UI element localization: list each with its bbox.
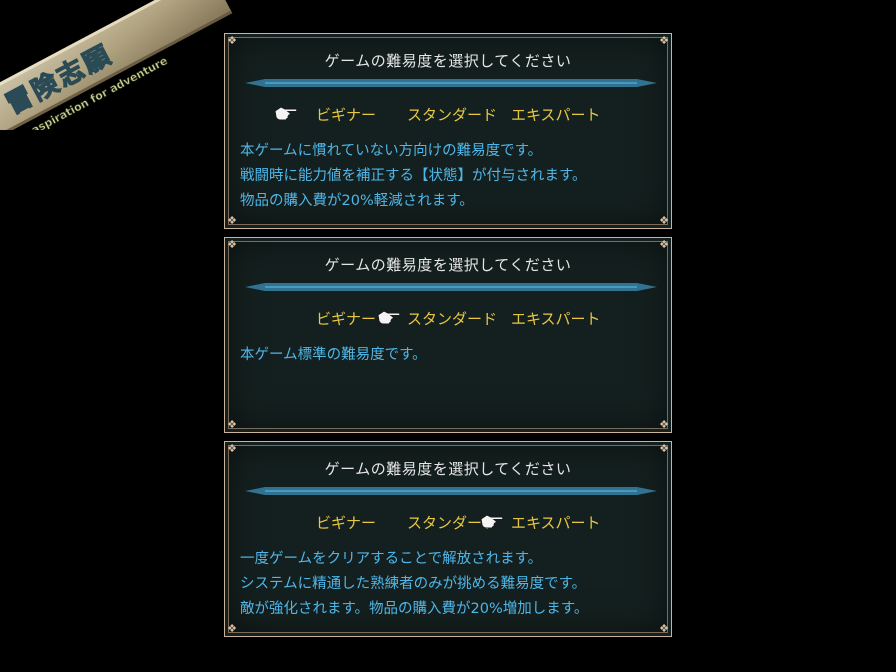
difficulty-description: 本ゲームに慣れていない方向けの難易度です。 戦闘時に能力値を補正する【状態】が付… xyxy=(240,139,661,214)
description-line: 本ゲームに慣れていない方向けの難易度です。 xyxy=(240,143,543,159)
ornament-corner-icon: ❖ xyxy=(227,442,237,455)
ornament-corner-icon: ❖ xyxy=(659,238,669,251)
difficulty-panel-beginner: ❖ ❖ ❖ ❖ ゲームの難易度を選択してください ビギナー スタンダード エキス… xyxy=(224,33,672,229)
option-expert[interactable]: エキスパート xyxy=(511,512,601,533)
option-expert[interactable]: エキスパート xyxy=(511,308,601,329)
description-line: 物品の購入費が20%軽減されます。 xyxy=(240,193,474,209)
difficulty-panel-expert: ❖ ❖ ❖ ❖ ゲームの難易度を選択してください ビギナー スタンダード エキス… xyxy=(224,441,672,637)
description-line: システムに精通した熟練者のみが挑める難易度です。 xyxy=(240,576,587,592)
game-screen: 冒険志願 aspiration for adventure ❖ ❖ ❖ ❖ ゲー… xyxy=(0,0,896,672)
difficulty-options: ビギナー スタンダード エキスパート xyxy=(225,512,671,534)
pointing-hand-icon xyxy=(377,310,401,325)
panel-title: ゲームの難易度を選択してください xyxy=(324,460,572,478)
option-standard[interactable]: スタンダード xyxy=(407,104,497,125)
description-line: 戦闘時に能力値を補正する【状態】が付与されます。 xyxy=(240,168,587,184)
ornament-corner-icon: ❖ xyxy=(227,34,237,47)
ornament-corner-icon: ❖ xyxy=(659,622,669,635)
difficulty-description: 本ゲーム標準の難易度です。 xyxy=(240,343,661,368)
title-divider xyxy=(245,283,657,291)
pointing-hand-icon xyxy=(274,106,298,121)
difficulty-options: ビギナー スタンダード エキスパート xyxy=(225,104,671,126)
ornament-corner-icon: ❖ xyxy=(227,238,237,251)
option-standard[interactable]: スタンダード xyxy=(407,308,497,329)
ornament-corner-icon: ❖ xyxy=(659,214,669,227)
option-beginner[interactable]: ビギナー xyxy=(316,104,376,125)
option-expert[interactable]: エキスパート xyxy=(511,104,601,125)
ornament-corner-icon: ❖ xyxy=(227,418,237,431)
ornament-corner-icon: ❖ xyxy=(227,214,237,227)
option-beginner[interactable]: ビギナー xyxy=(316,512,376,533)
description-line: 本ゲーム標準の難易度です。 xyxy=(240,347,427,363)
panel-title: ゲームの難易度を選択してください xyxy=(324,52,572,70)
difficulty-description: 一度ゲームをクリアすることで解放されます。 システムに精通した熟練者のみが挑める… xyxy=(240,547,661,622)
description-line: 一度ゲームをクリアすることで解放されます。 xyxy=(240,551,543,567)
description-line: 敵が強化されます。物品の購入費が20%増加します。 xyxy=(240,601,589,617)
ornament-corner-icon: ❖ xyxy=(659,442,669,455)
title-divider xyxy=(245,487,657,495)
ornament-corner-icon: ❖ xyxy=(659,34,669,47)
ornament-corner-icon: ❖ xyxy=(659,418,669,431)
panel-title: ゲームの難易度を選択してください xyxy=(324,256,572,274)
title-divider xyxy=(245,79,657,87)
difficulty-options: ビギナー スタンダード エキスパート xyxy=(225,308,671,330)
option-beginner[interactable]: ビギナー xyxy=(316,308,376,329)
game-logo: 冒険志願 aspiration for adventure xyxy=(0,0,233,130)
ornament-corner-icon: ❖ xyxy=(227,622,237,635)
difficulty-panel-standard: ❖ ❖ ❖ ❖ ゲームの難易度を選択してください ビギナー スタンダード エキス… xyxy=(224,237,672,433)
pointing-hand-icon xyxy=(480,514,504,529)
